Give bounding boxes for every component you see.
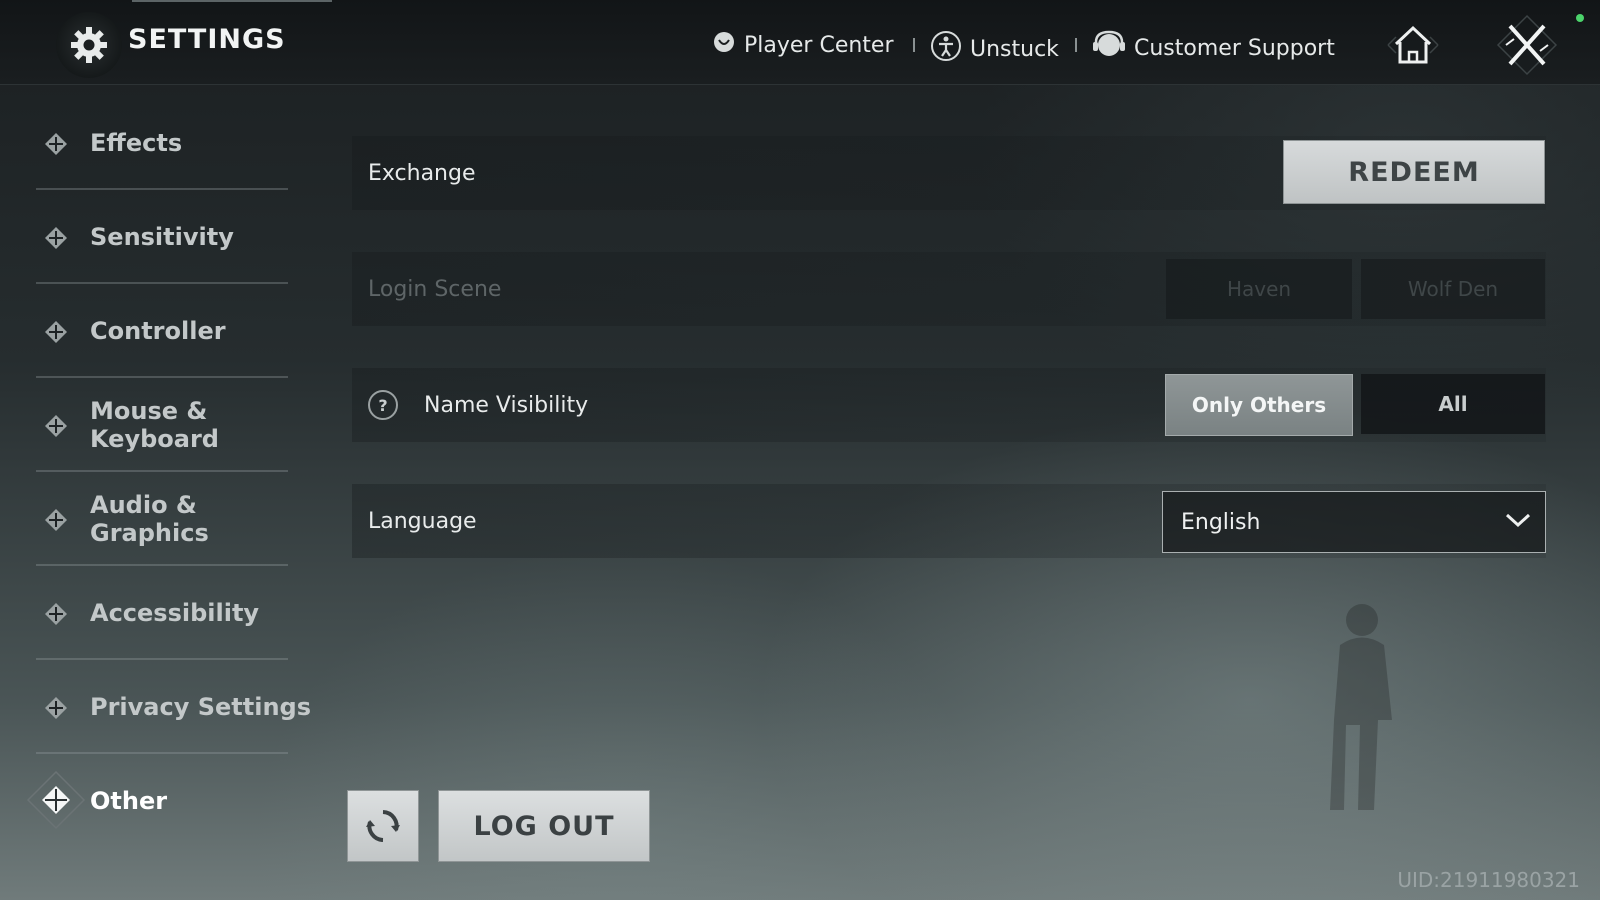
sidebar-item-audio-graphics[interactable]: Audio & Graphics	[30, 472, 320, 566]
link-divider	[1075, 38, 1077, 52]
home-icon	[1387, 25, 1439, 64]
diamond-icon	[45, 415, 67, 437]
sidebar-item-label: Mouse & Keyboard	[90, 397, 219, 453]
unstuck-icon	[930, 30, 962, 68]
sidebar-item-label: Privacy Settings	[90, 693, 312, 721]
unstuck-label: Unstuck	[970, 36, 1059, 62]
reset-button[interactable]	[347, 790, 419, 862]
online-indicator	[1576, 14, 1584, 22]
login-scene-option-wolf-den[interactable]: Wolf Den	[1361, 259, 1545, 319]
sidebar-item-label: Sensitivity	[90, 223, 234, 251]
help-icon[interactable]: ?	[368, 390, 398, 420]
sidebar-item-privacy-settings[interactable]: Privacy Settings	[30, 660, 320, 754]
reset-icon	[366, 810, 400, 842]
gear-icon	[56, 12, 122, 78]
diamond-icon	[45, 603, 67, 625]
sidebar-item-accessibility[interactable]: Accessibility	[30, 566, 320, 660]
link-divider	[913, 38, 915, 52]
exchange-label: Exchange	[368, 160, 476, 186]
sidebar-item-label: Controller	[90, 317, 226, 345]
diamond-icon	[45, 227, 67, 249]
sidebar-item-mouse-keyboard[interactable]: Mouse & Keyboard	[30, 378, 320, 472]
sidebar-item-label: Effects	[90, 129, 183, 157]
customer-support-link[interactable]: Customer Support	[1092, 30, 1335, 66]
diamond-icon	[45, 697, 67, 719]
diamond-icon	[45, 509, 67, 531]
active-diamond-icon	[26, 770, 86, 830]
sidebar: Effects Sensitivity Controller Mouse & K…	[26, 96, 320, 848]
sidebar-item-other[interactable]: Other	[26, 754, 320, 848]
diamond-icon	[45, 133, 67, 155]
sidebar-item-effects[interactable]: Effects	[30, 96, 320, 190]
close-button[interactable]	[1492, 14, 1562, 76]
language-label: Language	[368, 508, 477, 534]
redeem-button[interactable]: REDEEM	[1283, 140, 1545, 204]
sidebar-item-controller[interactable]: Controller	[30, 284, 320, 378]
home-button[interactable]	[1378, 14, 1448, 76]
language-value: English	[1181, 509, 1261, 535]
user-id: UID:21911980321	[1397, 868, 1580, 892]
chevron-down-icon	[1505, 513, 1531, 528]
sidebar-item-label: Accessibility	[90, 599, 260, 627]
unstuck-link[interactable]: Unstuck	[930, 30, 1059, 68]
progress-line	[132, 0, 332, 2]
sidebar-item-sensitivity[interactable]: Sensitivity	[30, 190, 320, 284]
customer-support-label: Customer Support	[1134, 35, 1335, 61]
player-center-link[interactable]: Player Center	[712, 30, 894, 60]
name-visibility-option-all[interactable]: All	[1361, 374, 1545, 434]
sidebar-item-label: Audio & Graphics	[90, 491, 209, 547]
customer-support-icon	[1092, 30, 1126, 66]
login-scene-option-haven[interactable]: Haven	[1166, 259, 1352, 319]
name-visibility-label: Name Visibility	[424, 392, 589, 418]
login-scene-label: Login Scene	[368, 276, 502, 302]
language-select[interactable]: English	[1162, 491, 1546, 553]
logout-button[interactable]: LOG OUT	[438, 790, 650, 862]
top-bar: SETTINGS Player Center Unstuck Customer …	[0, 0, 1600, 85]
player-center-icon	[712, 30, 736, 60]
name-visibility-option-only-others[interactable]: Only Others	[1165, 374, 1353, 436]
sidebar-item-label: Other	[90, 787, 168, 815]
diamond-icon	[45, 321, 67, 343]
player-center-label: Player Center	[744, 32, 894, 58]
close-icon	[1496, 14, 1558, 76]
page-title: SETTINGS	[128, 24, 286, 55]
background-figure	[1330, 604, 1392, 810]
